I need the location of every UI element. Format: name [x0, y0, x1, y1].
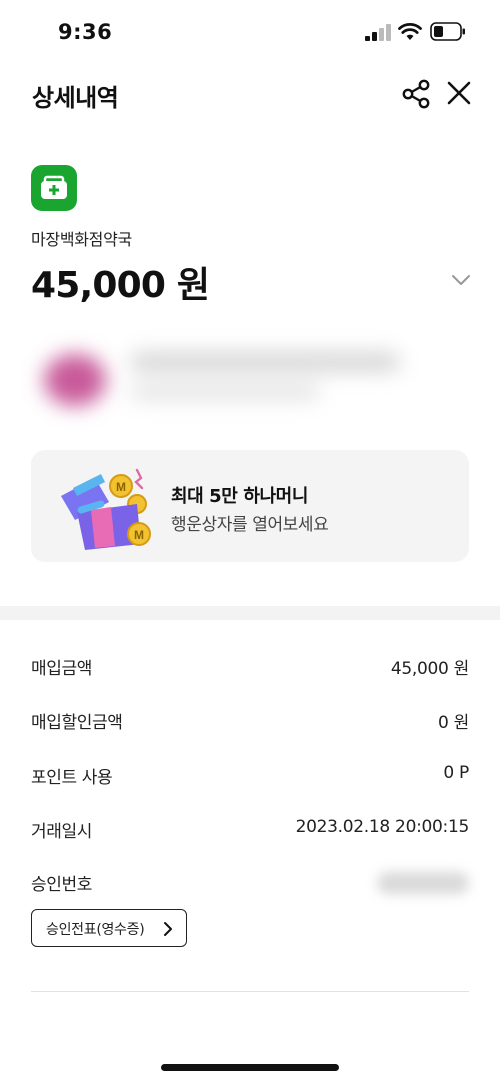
blurred-text-line: [130, 352, 400, 372]
transaction-detail-screen: 9:36 상세내역 마장백화점약국 45,000 원 M M 최대 5만 하나머…: [0, 0, 500, 1082]
transaction-time-row: 거래일시 2023.02.18 20:00:15: [31, 817, 469, 843]
purchase-amount-value: 45,000 원: [390, 659, 469, 679]
purchase-amount-label: 매입금액: [31, 659, 92, 679]
points-used-row: 포인트 사용 0 P: [31, 763, 469, 789]
discount-amount-label: 매입할인금액: [31, 713, 123, 733]
discount-amount-row: 매입할인금액 0 원: [31, 708, 469, 734]
cellular-signal-icon: [365, 24, 391, 41]
promo-headline: 최대 5만 하나머니: [171, 486, 308, 507]
lucky-box-promo-banner[interactable]: M M 최대 5만 하나머니 행운상자를 열어보세요: [31, 450, 469, 562]
medical-kit-icon: [41, 175, 67, 199]
merchant-name: 마장백화점약국: [31, 230, 132, 249]
promo-subtext: 행운상자를 열어보세요: [171, 515, 329, 535]
purchase-amount-row: 매입금액 45,000 원: [31, 654, 469, 680]
share-icon[interactable]: [400, 78, 432, 110]
approval-number-label: 승인번호: [31, 875, 92, 895]
battery-icon: [430, 22, 465, 41]
discount-amount-value: 0 원: [438, 713, 469, 733]
bottom-divider: [31, 991, 469, 992]
svg-text:M: M: [134, 528, 144, 542]
home-indicator[interactable]: [161, 1064, 339, 1071]
blurred-card-image: [44, 354, 106, 406]
points-used-label: 포인트 사용: [31, 768, 113, 788]
page-title: 상세내역: [32, 84, 119, 112]
chevron-right-icon: [164, 922, 172, 936]
blurred-text-line: [130, 384, 320, 400]
transaction-time-value: 2023.02.18 20:00:15: [295, 817, 470, 837]
wifi-icon: [398, 23, 422, 40]
svg-text:M: M: [116, 480, 126, 494]
chevron-down-icon[interactable]: [450, 273, 472, 287]
transaction-time-label: 거래일시: [31, 822, 92, 842]
status-time: 9:36: [58, 20, 113, 44]
gift-box-icon: M M: [61, 468, 151, 550]
receipt-button[interactable]: 승인전표(영수증): [31, 909, 187, 947]
merchant-category-icon: [31, 165, 77, 211]
status-bar: 9:36: [0, 0, 500, 62]
receipt-button-label: 승인전표(영수증): [46, 922, 145, 938]
points-used-value: 0 P: [443, 763, 469, 783]
blurred-card-info: [30, 330, 470, 430]
transaction-amount: 45,000 원: [31, 265, 210, 306]
approval-number-row: 승인번호: [31, 870, 469, 896]
section-separator: [0, 606, 500, 620]
approval-number-value-blurred: [377, 872, 469, 894]
close-icon[interactable]: [444, 78, 474, 108]
